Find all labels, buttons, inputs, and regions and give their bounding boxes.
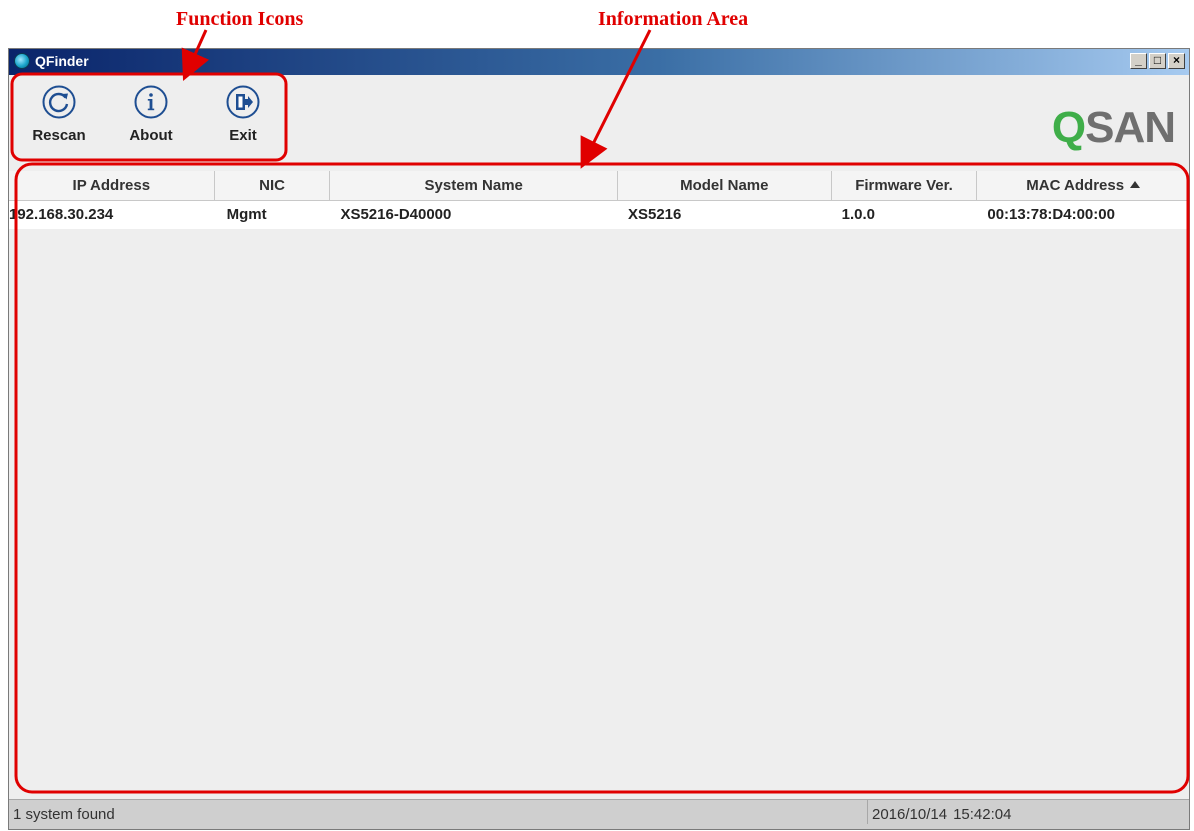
function-icons-annotation: Function Icons [176, 8, 304, 30]
info-icon [134, 85, 168, 119]
status-date: 2016/10/14 [872, 806, 948, 823]
cell-ip-address: 192.168.30.234 [9, 206, 114, 223]
information-area-annotation: Information Area [598, 8, 749, 30]
exit-label: Exit [229, 127, 257, 144]
qsan-logo: QSAN [1051, 103, 1176, 152]
rescan-icon [42, 85, 76, 119]
window-controls: _ □ × [1130, 53, 1185, 69]
cell-system-name: XS5216-D40000 [340, 206, 452, 223]
cell-mac-address: 00:13:78:D4:00:00 [987, 206, 1115, 223]
toolbar: Rescan About Exit QSAN [9, 75, 1189, 163]
cell-firmware-ver: 1.0.0 [841, 206, 875, 223]
close-button[interactable]: × [1168, 53, 1185, 69]
column-header-ip-address[interactable]: IP Address [9, 171, 215, 200]
screenshot-root: Function Icons Information Area QFinder … [0, 0, 1194, 831]
sort-ascending-icon [1130, 181, 1141, 188]
column-header-model-name[interactable]: Model Name [618, 171, 832, 200]
qfinder-window: QFinder _ □ × Rescan About Exit QSAN IP … [8, 48, 1190, 830]
cell-nic: Mgmt [226, 206, 267, 223]
maximize-button[interactable]: □ [1149, 53, 1166, 69]
about-label: About [129, 127, 173, 144]
app-icon [14, 53, 30, 69]
title-bar[interactable]: QFinder _ □ × [9, 49, 1189, 75]
about-button[interactable]: About [121, 85, 181, 144]
system-table: IP Address NIC System Name Model Name Fi… [9, 171, 1189, 789]
column-header-firmware-ver[interactable]: Firmware Ver. [832, 171, 978, 200]
column-header-system-name[interactable]: System Name [330, 171, 618, 200]
minimize-button[interactable]: _ [1130, 53, 1147, 69]
column-header-nic[interactable]: NIC [215, 171, 331, 200]
window-title: QFinder [35, 53, 89, 69]
status-datetime: 2016/10/14 15:42:04 [867, 800, 1017, 824]
table-row[interactable]: 192.168.30.234 Mgmt XS5216-D40000 XS5216… [9, 201, 1189, 229]
column-header-mac-address[interactable]: MAC Address [977, 171, 1189, 200]
status-time: 15:42:04 [953, 806, 1012, 823]
table-header: IP Address NIC System Name Model Name Fi… [9, 171, 1189, 201]
exit-icon [226, 85, 260, 119]
cell-model-name: XS5216 [627, 206, 682, 223]
status-message: 1 system found [13, 806, 115, 823]
rescan-button[interactable]: Rescan [29, 85, 89, 144]
status-bar: 1 system found 2016/10/14 15:42:04 [9, 799, 1189, 829]
exit-button[interactable]: Exit [213, 85, 273, 144]
table-body: 192.168.30.234 Mgmt XS5216-D40000 XS5216… [9, 201, 1189, 229]
rescan-label: Rescan [32, 127, 86, 144]
